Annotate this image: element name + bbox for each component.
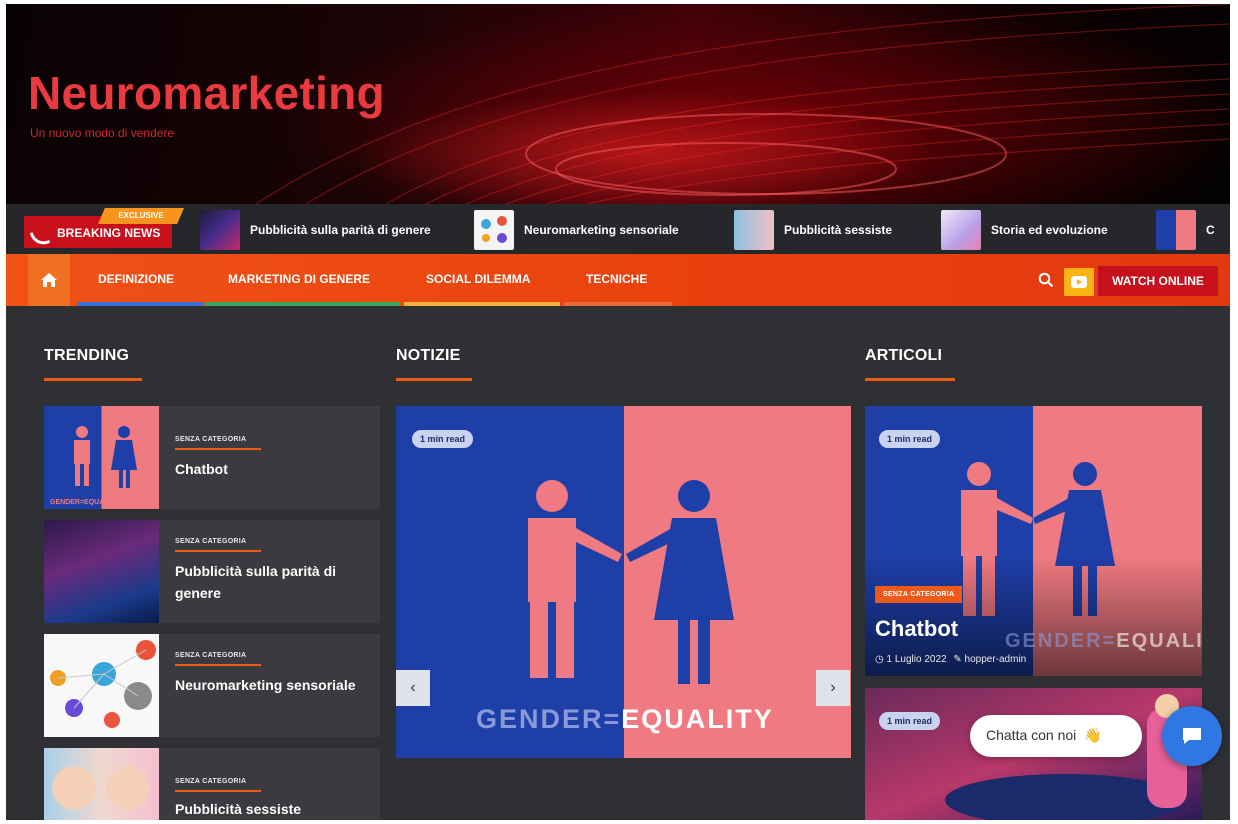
breaking-item-title: Storia ed evoluzione	[991, 223, 1108, 237]
chat-bubble[interactable]: Chatta con noi 👋	[970, 715, 1142, 757]
trending-title[interactable]: Neuromarketing sensoriale	[175, 674, 365, 696]
breaking-item-title: Neuromarketing sensoriale	[524, 223, 679, 237]
category-underline	[175, 448, 261, 450]
article-title[interactable]: Chatbot	[875, 616, 958, 642]
breaking-item-sessiste[interactable]: Pubblicità sessiste	[734, 210, 892, 250]
slider-next-button[interactable]: ›	[816, 670, 850, 706]
trending-thumb	[44, 520, 159, 623]
article-image-caption: GENDER=EQUALITY	[1005, 630, 1202, 653]
caption-right: EQUALITY	[621, 704, 774, 734]
chat-open-button[interactable]	[1162, 706, 1222, 766]
breaking-news-label: BREAKING NEWS EXCLUSIVE	[24, 208, 184, 249]
news-slider[interactable]: GENDER=EQUALITY 1 min read ‹ ›	[396, 406, 851, 758]
section-underline	[865, 378, 955, 381]
clock-icon: ◷	[875, 654, 884, 665]
article-author[interactable]: hopper-admin	[965, 654, 1027, 665]
slider-image-caption: GENDER=EQUALITY	[476, 704, 774, 735]
breaking-item-title: Pubblicità sessiste	[784, 223, 893, 237]
home-button[interactable]	[28, 254, 70, 306]
breaking-news-bar: BREAKING NEWS EXCLUSIVE Pubblicità sulla…	[6, 204, 1230, 254]
home-icon	[41, 273, 57, 287]
breaking-news-text: BREAKING NEWS	[57, 226, 161, 240]
section-underline	[44, 378, 142, 381]
breaking-thumb	[734, 210, 774, 250]
youtube-button[interactable]	[1064, 268, 1094, 296]
breaking-thumb	[941, 210, 981, 250]
caption-left: GENDER=	[1005, 630, 1117, 652]
trending-thumb	[44, 748, 159, 820]
site-tagline: Un nuovo modo di vendere	[30, 126, 175, 140]
category-underline	[175, 790, 261, 792]
article-meta: ◷ 1 Luglio 2022 ✎ hopper-admin	[875, 654, 1026, 665]
chat-label: Chatta con noi	[986, 727, 1077, 743]
nav-underline	[564, 302, 672, 306]
chat-icon	[1183, 728, 1201, 744]
read-time-badge: 1 min read	[879, 712, 941, 730]
breaking-thumb	[474, 210, 514, 250]
trending-item-parita[interactable]: SENZA CATEGORIA Pubblicità sulla parità …	[44, 520, 380, 623]
svg-text:GENDER=EQUALITY: GENDER=EQUALITY	[50, 499, 120, 506]
section-underline	[396, 378, 472, 381]
breaking-item-parita[interactable]: Pubblicità sulla parità di genere	[200, 210, 431, 250]
section-title-trending: TRENDING	[44, 347, 130, 364]
breaking-news-icon	[29, 227, 51, 249]
trending-item-sessiste[interactable]: SENZA CATEGORIA Pubblicità sessiste	[44, 748, 380, 820]
nav-underline	[78, 302, 203, 306]
trending-title[interactable]: Chatbot	[175, 458, 365, 480]
browser-viewport: Neuromarketing Un nuovo modo di vendere …	[6, 4, 1230, 820]
nav-underline	[404, 302, 560, 306]
category-underline	[175, 550, 261, 552]
watch-online-button[interactable]: WATCH ONLINE	[1098, 266, 1218, 296]
trending-category[interactable]: SENZA CATEGORIA	[175, 538, 246, 545]
nav-underline	[206, 302, 400, 306]
caption-left: GENDER=	[476, 704, 622, 734]
breaking-thumb	[200, 210, 240, 250]
trending-category[interactable]: SENZA CATEGORIA	[175, 436, 246, 443]
category-underline	[175, 664, 261, 666]
article-category-tag[interactable]: SENZA CATEGORIA	[875, 586, 963, 603]
nav-tecniche[interactable]: TECNICHE	[586, 272, 647, 286]
nav-definizione[interactable]: DEFINIZIONE	[98, 272, 174, 286]
article-date: 1 Luglio 2022	[886, 654, 947, 665]
section-title-articoli: ARTICOLI	[865, 347, 943, 364]
site-header: Neuromarketing Un nuovo modo di vendere	[6, 4, 1230, 204]
breaking-item-title: Pubblicità sulla parità di genere	[250, 223, 431, 237]
wave-icon: 👋	[1084, 727, 1102, 743]
slider-prev-button[interactable]: ‹	[396, 670, 430, 706]
caption-right: EQUALITY	[1116, 630, 1202, 652]
section-title-notizie: NOTIZIE	[396, 347, 461, 364]
trending-category[interactable]: SENZA CATEGORIA	[175, 652, 246, 659]
trending-title[interactable]: Pubblicità sessiste	[175, 798, 365, 820]
breaking-thumb	[1156, 210, 1196, 250]
youtube-icon	[1071, 276, 1087, 288]
trending-category[interactable]: SENZA CATEGORIA	[175, 778, 246, 785]
read-time-badge: 1 min read	[412, 430, 474, 448]
read-time-badge: 1 min read	[879, 430, 941, 448]
breaking-item-title: C	[1206, 223, 1215, 237]
site-title[interactable]: Neuromarketing	[28, 66, 385, 120]
trending-thumb	[44, 634, 159, 737]
trending-item-sensoriale[interactable]: SENZA CATEGORIA Neuromarketing sensorial…	[44, 634, 380, 737]
article-card-chatbot[interactable]: GENDER=EQUALITY 1 min read SENZA CATEGOR…	[865, 406, 1202, 676]
breaking-item-sensoriale[interactable]: Neuromarketing sensoriale	[474, 210, 679, 250]
edit-icon: ✎	[953, 654, 962, 665]
breaking-item-next[interactable]: C	[1156, 210, 1215, 250]
trending-title[interactable]: Pubblicità sulla parità di genere	[175, 560, 365, 604]
trending-thumb: GENDER=EQUALITY	[44, 406, 159, 509]
main-nav: DEFINIZIONE MARKETING DI GENERE SOCIAL D…	[6, 254, 1230, 306]
search-icon[interactable]	[1038, 272, 1054, 288]
nav-social-dilemma[interactable]: SOCIAL DILEMMA	[426, 272, 530, 286]
trending-item-chatbot[interactable]: GENDER=EQUALITY SENZA CATEGORIA Chatbot	[44, 406, 380, 509]
nav-marketing-di-genere[interactable]: MARKETING DI GENERE	[228, 272, 370, 286]
exclusive-tag: EXCLUSIVE	[98, 208, 184, 224]
breaking-item-storia[interactable]: Storia ed evoluzione	[941, 210, 1108, 250]
